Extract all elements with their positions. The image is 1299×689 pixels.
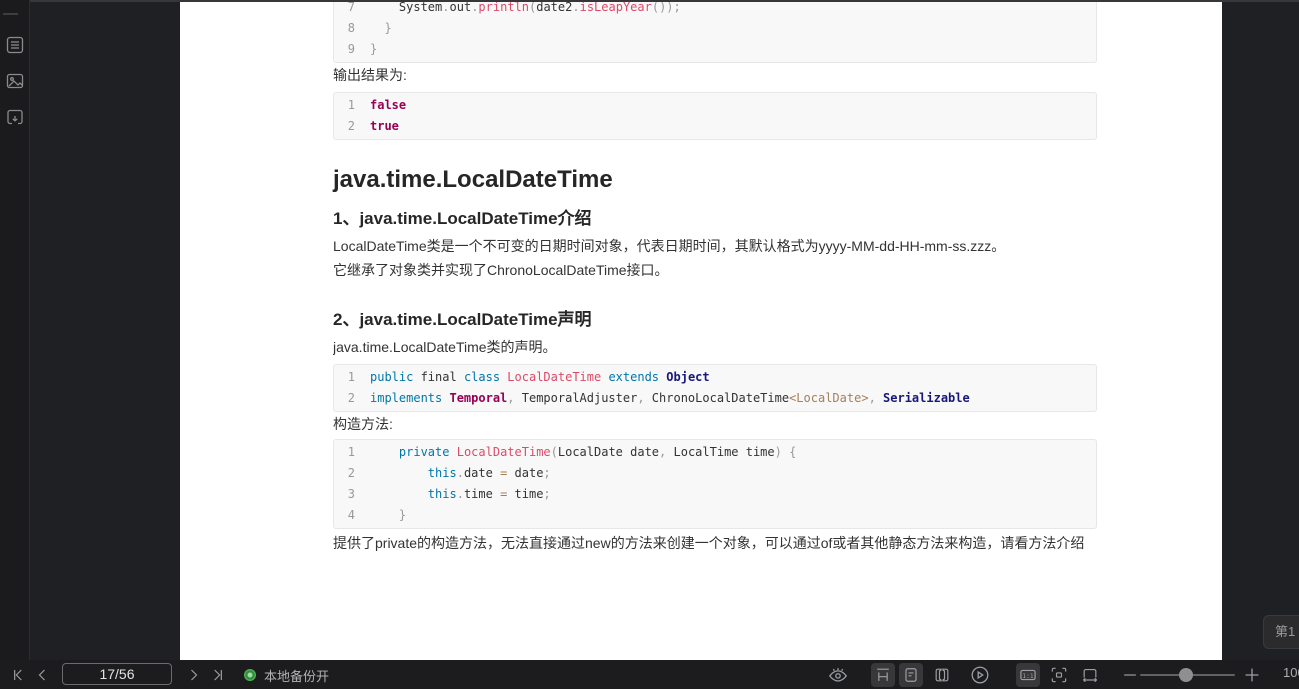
- document-page: 7 System.out.println(date2.isLeapYear())…: [180, 2, 1222, 660]
- eye-view-icon[interactable]: [826, 663, 850, 687]
- local-backup-status[interactable]: 本地备份开: [244, 663, 329, 687]
- doc-heading-section1: 1、java.time.LocalDateTime介绍: [333, 209, 592, 228]
- export-icon[interactable]: [5, 107, 25, 127]
- code-block-constructor: 1 private LocalDateTime(LocalDate date, …: [333, 439, 1097, 529]
- doc-heading-localdatetime: java.time.LocalDateTime: [333, 166, 613, 193]
- page-number-tooltip: 第1: [1263, 615, 1299, 649]
- facing-pages-mode-icon[interactable]: [930, 663, 954, 687]
- app-window: { "sidebar": { "icons": [ { "name": "out…: [0, 0, 1299, 689]
- previous-page-button[interactable]: [30, 663, 54, 687]
- presentation-play-icon[interactable]: [968, 663, 992, 687]
- bottom-toolbar: 本地备份开 1:1: [0, 660, 1299, 689]
- images-icon[interactable]: [5, 71, 25, 91]
- next-page-button[interactable]: [182, 663, 206, 687]
- sidebar-handle-dash: [3, 13, 18, 15]
- code-block-output-result: 1 false 2 true: [333, 92, 1097, 140]
- scroll-mode-icon[interactable]: [871, 663, 895, 687]
- code-block-leapyear-tail: 7 System.out.println(date2.isLeapYear())…: [333, 2, 1097, 63]
- fit-page-icon[interactable]: [1047, 663, 1071, 687]
- zoom-slider-thumb[interactable]: [1178, 668, 1193, 682]
- single-page-mode-icon[interactable]: [899, 663, 923, 687]
- backup-status-label: 本地备份开: [264, 668, 330, 684]
- first-page-button[interactable]: [6, 663, 30, 687]
- doc-heading-section2: 2、java.time.LocalDateTime声明: [333, 310, 592, 329]
- code-block-declaration: 1 public final class LocalDateTime extend…: [333, 364, 1097, 412]
- left-sidebar: [0, 0, 30, 660]
- section1-paragraph-2: 它继承了对象类并实现了ChronoLocalDateTime接口。: [333, 262, 669, 278]
- fit-width-icon[interactable]: [1078, 663, 1102, 687]
- actual-size-icon[interactable]: 1:1: [1016, 663, 1040, 687]
- zoom-in-button[interactable]: [1240, 663, 1264, 687]
- page-indicator-input[interactable]: [62, 663, 172, 685]
- svg-text:1:1: 1:1: [1022, 673, 1034, 680]
- closing-paragraph: 提供了private的构造方法，无法直接通过new的方法来创建一个对象，可以通过…: [333, 535, 1085, 551]
- last-page-button[interactable]: [206, 663, 230, 687]
- zoom-percent-label: 100: [1283, 665, 1299, 680]
- zoom-out-button[interactable]: [1118, 663, 1142, 687]
- output-label: 输出结果为:: [333, 67, 407, 83]
- section1-paragraph-1: LocalDateTime类是一个不可变的日期时间对象，代表日期时间，其默认格式…: [333, 238, 1006, 254]
- constructor-label: 构造方法:: [333, 416, 393, 432]
- backup-status-dot-icon: [244, 669, 256, 681]
- section2-paragraph-1: java.time.LocalDateTime类的声明。: [333, 339, 557, 355]
- outline-icon[interactable]: [5, 35, 25, 55]
- zoom-slider[interactable]: [1140, 663, 1235, 687]
